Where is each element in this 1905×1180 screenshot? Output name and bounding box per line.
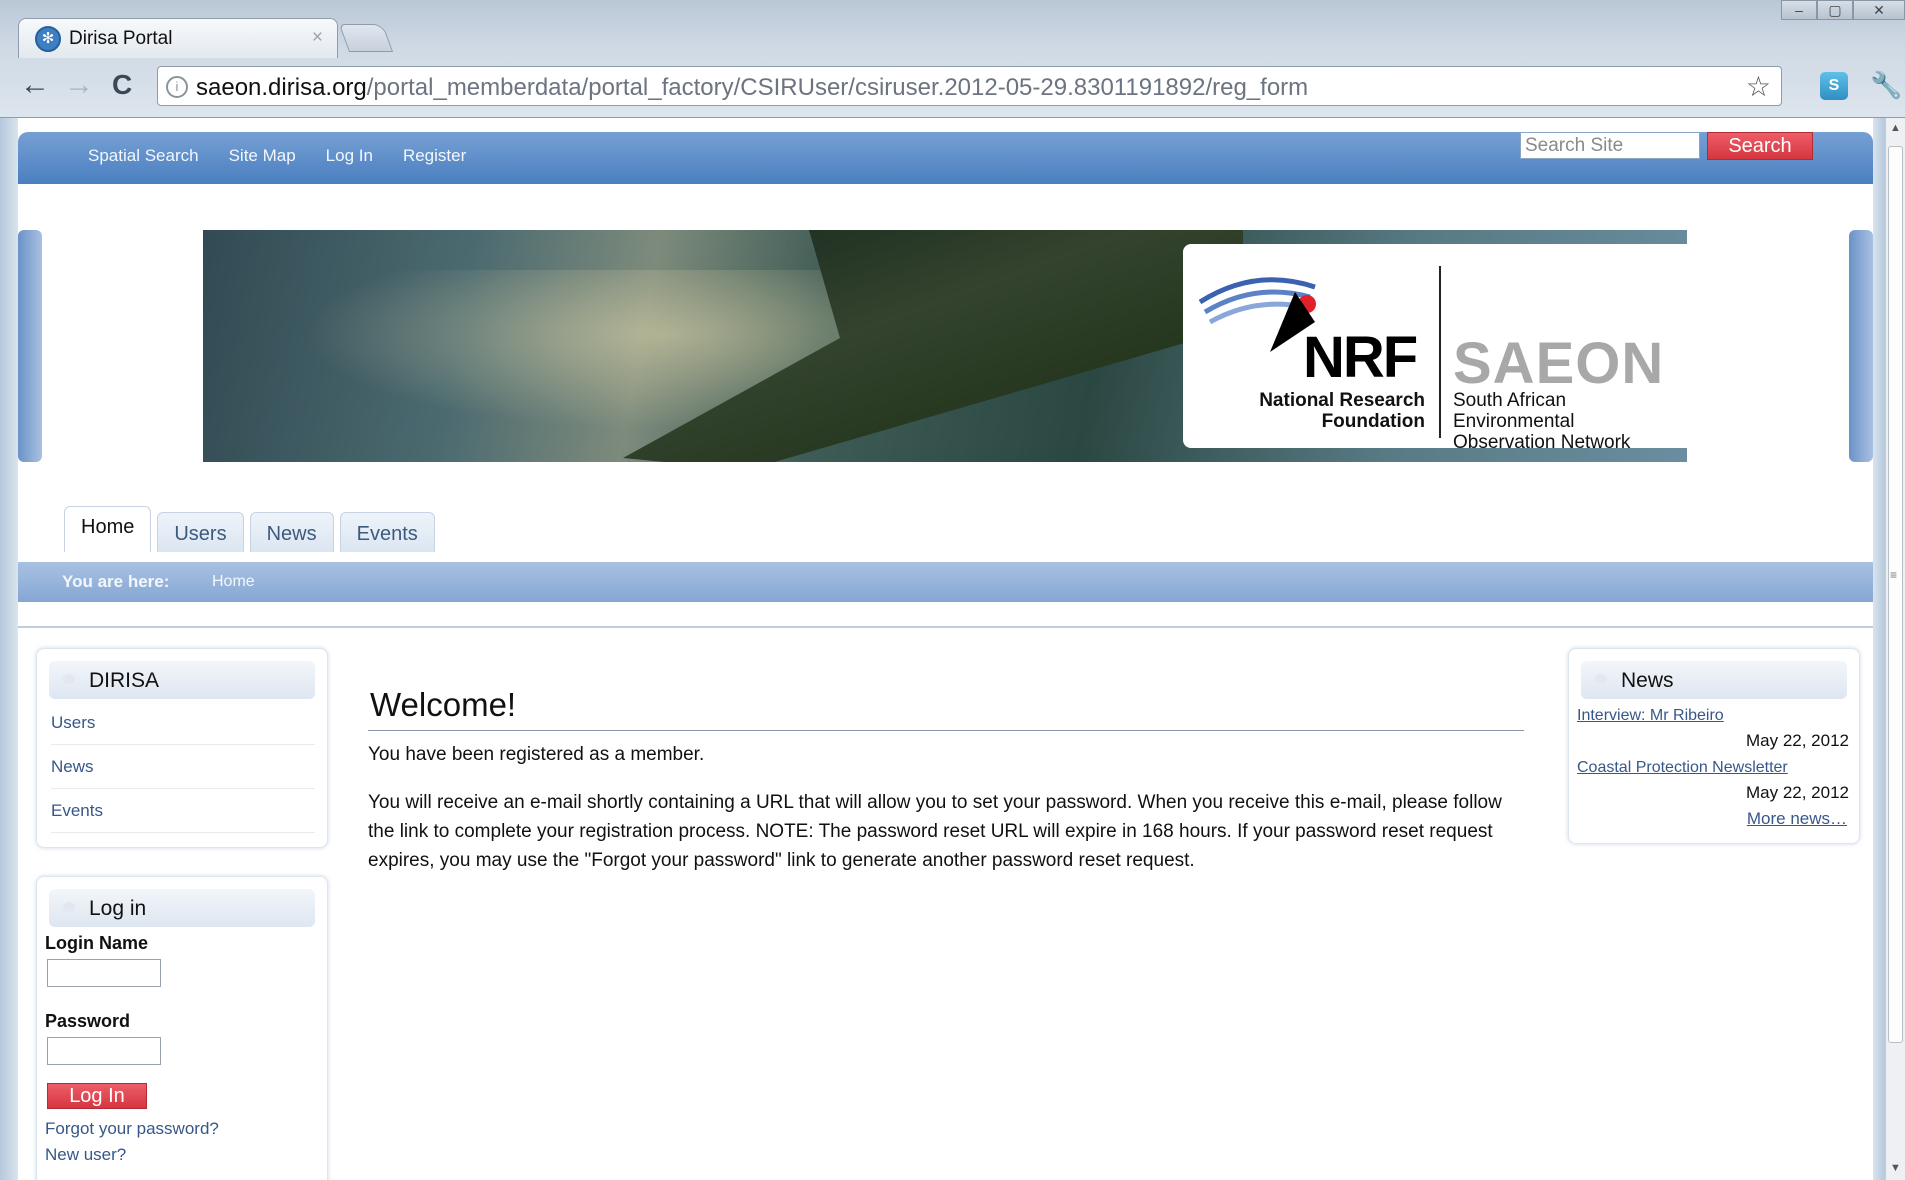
login-portlet-title: Log in [89,897,147,920]
dirisa-news-link[interactable]: News [51,757,94,777]
title-underline [368,730,1524,731]
close-tab-icon[interactable]: × [312,27,323,49]
extension-icon[interactable]: S [1820,72,1848,100]
news-item-title[interactable]: Interview: Mr Ribeiro [1577,707,1849,725]
news-item-date: May 22, 2012 [1745,783,1849,802]
maximize-icon[interactable]: ▢ [1817,0,1853,20]
forward-icon[interactable]: → [64,70,94,100]
spatial-search-link[interactable]: Spatial Search [88,146,199,166]
site-map-link[interactable]: Site Map [229,146,296,166]
address-bar[interactable]: i saeon.dirisa.org/portal_memberdata/por… [157,66,1782,106]
breadcrumb-label: You are here: [62,572,170,591]
url-path: /portal_memberdata/portal_factory/CSIRUs… [366,74,1309,101]
log-in-link[interactable]: Log In [326,146,373,166]
saeon-subtitle-line-1: South African Environmental [1453,390,1575,432]
login-portlet-header: Log in [49,889,315,927]
browser-chrome: ✻ Dirisa Portal × – ▢ ✕ ← → C i saeon.di… [0,0,1905,118]
vertical-scrollbar[interactable]: ▲ ≡ ▼ [1885,118,1905,1180]
page-info-icon[interactable]: i [166,76,188,98]
login-name-label: Login Name [45,933,149,953]
page-viewport: Spatial Search Site Map Log In Register … [0,118,1885,1180]
list-item: News [51,745,315,789]
news-portlet-title: News [1621,669,1674,692]
news-portlet: News Interview: Mr Ribeiro May 22, 2012 … [1568,648,1860,844]
list-item: Events [51,789,315,833]
logo-divider [1439,266,1441,438]
divider [18,626,1873,628]
saeon-subtitle-line-2: Observation Network [1453,432,1631,453]
tab-events[interactable]: Events [339,512,435,552]
saeon-logo-text: SAEON [1453,331,1665,396]
nrf-logo-text: NRF [1303,325,1418,390]
portlet-bullet-icon [63,674,75,684]
login-portlet: Log in Login Name Password Log In Forgot… [36,876,328,1180]
new-tab-button[interactable] [338,24,394,52]
url-text: saeon.dirisa.org/portal_memberdata/porta… [196,74,1308,102]
password-field[interactable] [47,1037,161,1065]
url-host: saeon.dirisa.org [196,74,367,101]
wrench-menu-icon[interactable]: 🔧 [1870,70,1902,101]
dirisa-portlet-title: DIRISA [89,669,160,692]
minimize-icon[interactable]: – [1781,0,1817,20]
site-actions: Spatial Search Site Map Log In Register [88,146,466,166]
right-decoration [1849,230,1873,462]
scroll-down-icon[interactable]: ▼ [1890,1162,1901,1174]
nrf-subtitle-line-2: Foundation [1321,411,1425,432]
window-close-icon[interactable]: ✕ [1853,0,1905,20]
list-item: Users [51,701,315,745]
more-news-link[interactable]: More news… [1747,809,1847,829]
password-label: Password [45,1011,131,1031]
saeon-subtitle: South African Environmental Observation … [1453,390,1687,453]
news-portlet-header: News [1581,661,1847,699]
main-content: Welcome! You have been registered as a m… [350,646,1543,916]
main-tabs: Home Users News Events [64,506,435,552]
portal-favicon-icon: ✻ [35,26,61,52]
scroll-up-icon[interactable]: ▲ [1890,122,1901,134]
registered-message: You have been registered as a member. [368,744,705,765]
tab-news[interactable]: News [249,512,334,552]
breadcrumb-home-link[interactable]: Home [212,573,255,591]
breadcrumb: You are here: Home [18,562,1873,602]
forgot-password-link[interactable]: Forgot your password? [45,1119,219,1139]
nrf-subtitle: National Research Foundation [1249,390,1425,432]
browser-tab[interactable]: ✻ Dirisa Portal × [18,18,338,58]
news-item-date: May 22, 2012 [1745,731,1849,750]
scroll-grip-icon: ≡ [1890,568,1898,582]
register-link[interactable]: Register [403,146,466,166]
list-item: Interview: Mr Ribeiro May 22, 2012 [1577,707,1849,751]
search-button[interactable]: Search [1707,132,1813,160]
nrf-subtitle-line-1: National Research [1259,390,1425,411]
login-name-field[interactable] [47,959,161,987]
dirisa-events-link[interactable]: Events [51,801,103,821]
news-item-title[interactable]: Coastal Protection Newsletter [1577,759,1849,777]
left-decoration [18,230,42,462]
site-search-input[interactable] [1520,132,1700,159]
tab-users[interactable]: Users [157,512,244,552]
new-user-link[interactable]: New user? [45,1145,126,1165]
registration-instructions: You will receive an e-mail shortly conta… [368,792,1502,871]
browser-tab-title: Dirisa Portal [69,28,173,49]
page-title: Welcome! [370,686,517,723]
scrollbar-thumb[interactable] [1888,146,1903,1043]
portlet-bullet-icon [63,902,75,912]
window-controls: – ▢ ✕ [1781,0,1905,22]
logo-panel[interactable]: NRF National Research Foundation SAEON S… [1183,244,1687,453]
list-item: Coastal Protection Newsletter May 22, 20… [1577,759,1849,803]
tab-home[interactable]: Home [64,506,152,552]
bookmark-star-icon[interactable]: ☆ [1746,70,1771,103]
log-in-button[interactable]: Log In [47,1083,147,1109]
reload-icon[interactable]: C [112,70,132,100]
dirisa-portlet: DIRISA Users News Events [36,648,328,848]
dirisa-users-link[interactable]: Users [51,713,95,733]
dirisa-portlet-header: DIRISA [49,661,315,699]
back-icon[interactable]: ← [20,70,50,100]
header-banner: NRF National Research Foundation SAEON S… [203,230,1687,462]
portlet-bullet-icon [1595,674,1607,684]
